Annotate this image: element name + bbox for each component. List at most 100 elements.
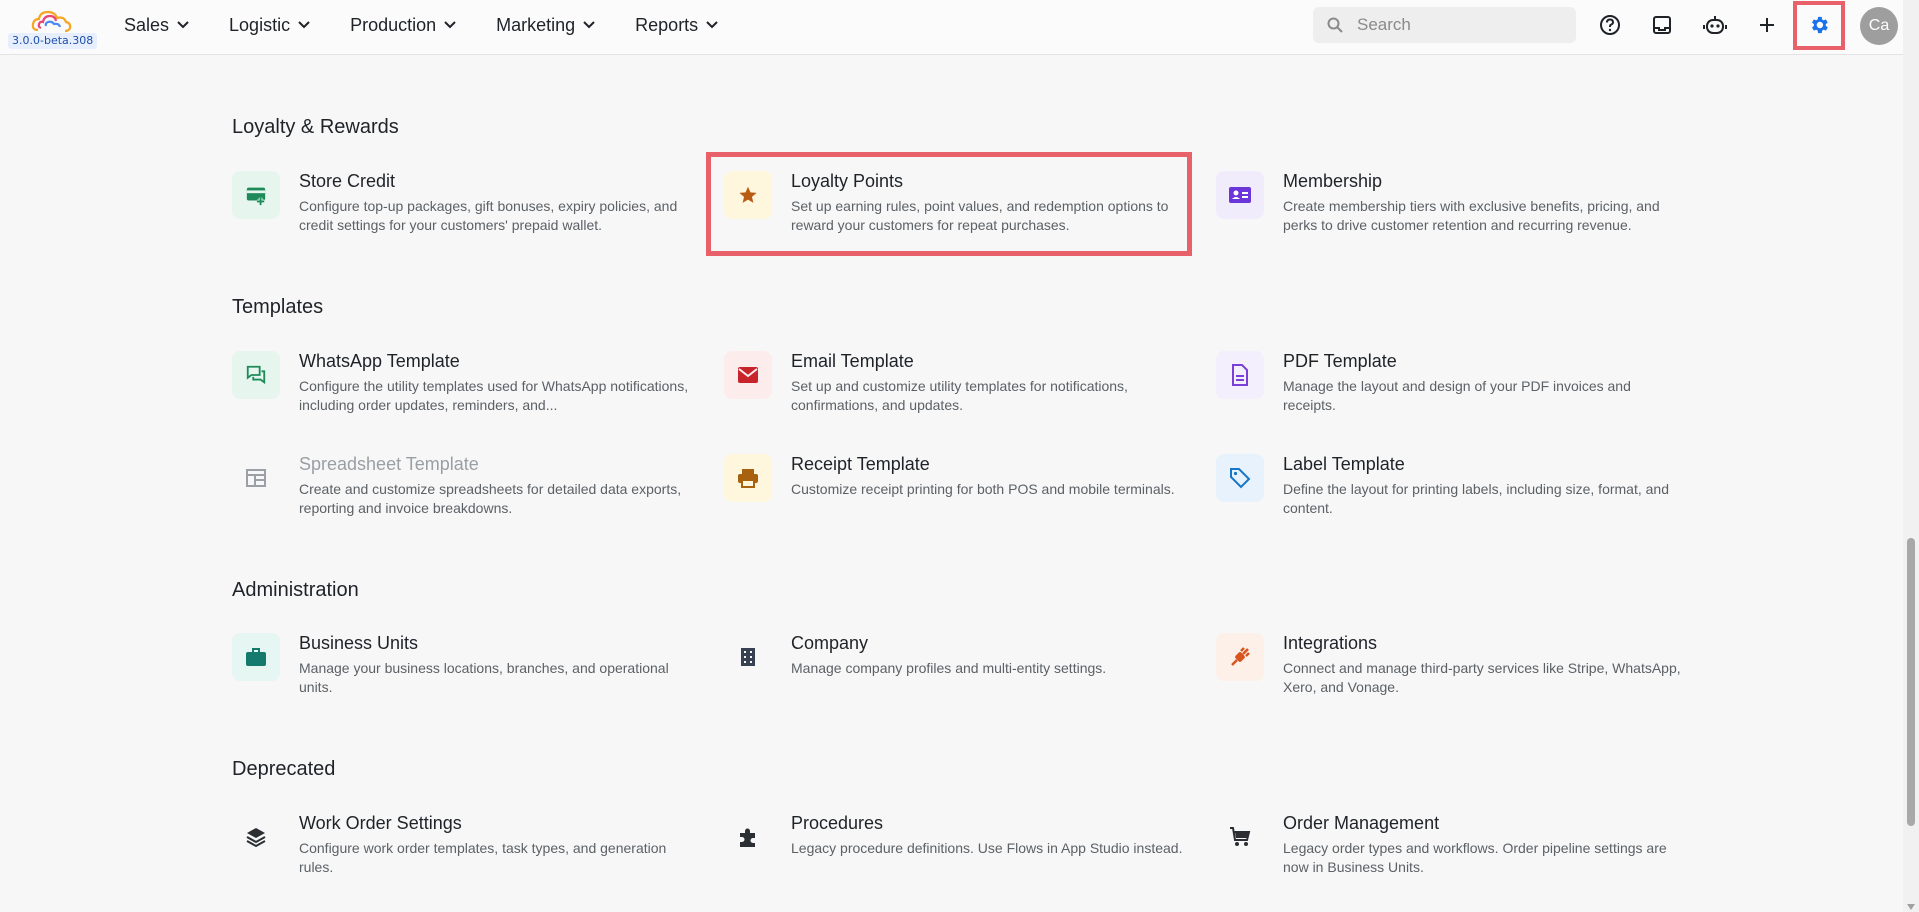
card-email-template[interactable]: Email Template Set up and customize util… (724, 351, 1194, 431)
search-box[interactable] (1313, 7, 1576, 43)
card-title: Email Template (791, 351, 914, 371)
icon-box (232, 351, 280, 399)
card-description: Configure work order templates, task typ… (299, 840, 667, 875)
chevron-down-icon (298, 21, 310, 29)
icon-box (1216, 454, 1264, 502)
printer-icon (738, 469, 758, 488)
envelope-icon (738, 367, 758, 383)
card-title: Loyalty Points (791, 171, 904, 191)
card-description: Manage your business locations, branches… (299, 660, 669, 695)
icon-box (724, 454, 772, 502)
plus-icon (1760, 18, 1774, 32)
card-title: Label Template (1283, 454, 1405, 474)
chat-bubbles-icon (246, 365, 266, 385)
card-title: Order Management (1283, 813, 1440, 833)
section-title-loyalty: Loyalty & Rewards (232, 116, 399, 138)
assistant-button[interactable] (1700, 10, 1730, 40)
card-procedures[interactable]: Procedures Legacy procedure definitions.… (724, 813, 1194, 893)
icon-box (1216, 813, 1264, 861)
section-title-administration: Administration (232, 579, 359, 601)
card-title: Business Units (299, 633, 419, 653)
card-loyalty-points[interactable]: Loyalty Points Set up earning rules, poi… (724, 171, 1194, 251)
nav-label: Sales (124, 14, 170, 35)
card-business-units[interactable]: Business Units Manage your business loca… (232, 633, 702, 713)
help-button[interactable] (1595, 10, 1625, 40)
card-title: PDF Template (1283, 351, 1397, 371)
table-icon (246, 469, 266, 487)
card-description: Configure top-up packages, gift bonuses,… (299, 198, 678, 233)
scrollbar-thumb[interactable] (1907, 538, 1915, 826)
card-description: Manage the layout and design of your PDF… (1283, 378, 1631, 413)
tag-icon (1230, 468, 1251, 489)
top-bar: 3.0.0-beta.308 Sales Logistic Production… (0, 0, 1903, 55)
card-title: Store Credit (299, 171, 396, 191)
version-badge: 3.0.0-beta.308 (8, 33, 98, 49)
card-title: Spreadsheet Template (299, 454, 479, 474)
card-order-management[interactable]: Order Management Legacy order types and … (1216, 813, 1686, 893)
card-pdf-template[interactable]: PDF Template Manage the layout and desig… (1216, 351, 1686, 431)
inbox-icon (1653, 16, 1671, 34)
icon-box (232, 633, 280, 681)
search-icon (1327, 17, 1343, 33)
icon-box (724, 633, 772, 681)
icon-box (232, 454, 280, 502)
card-description: Create and customize spreadsheets for de… (299, 481, 682, 516)
briefcase-icon (246, 648, 266, 666)
settings-highlight (1793, 1, 1845, 50)
icon-box (1216, 351, 1264, 399)
icon-box (1216, 633, 1264, 681)
card-receipt-template[interactable]: Receipt Template Customize receipt print… (724, 454, 1194, 534)
app-logo[interactable] (30, 8, 74, 34)
card-title: Membership (1283, 171, 1383, 191)
cart-icon (1230, 827, 1251, 846)
icon-box (232, 171, 280, 219)
nav-sales[interactable]: Sales (124, 15, 189, 36)
card-label-template[interactable]: Label Template Define the layout for pri… (1216, 454, 1686, 534)
document-icon (1232, 364, 1248, 386)
nav-production[interactable]: Production (350, 15, 456, 36)
main-nav: Sales Logistic Production Marketing Repo… (124, 0, 758, 50)
card-description: Set up and customize utility templates f… (791, 378, 1128, 413)
card-description: Legacy order types and workflows. Order … (1283, 840, 1667, 875)
card-description: Legacy procedure definitions. Use Flows … (791, 840, 1183, 856)
icon-box (724, 351, 772, 399)
icon-box (724, 171, 772, 219)
chevron-down-icon (444, 21, 456, 29)
card-title: Integrations (1283, 633, 1378, 653)
card-whatsapp-template[interactable]: WhatsApp Template Configure the utility … (232, 351, 702, 431)
card-title: Receipt Template (791, 454, 930, 474)
puzzle-icon (740, 828, 755, 847)
card-integrations[interactable]: Integrations Connect and manage third-pa… (1216, 633, 1686, 713)
nav-label: Marketing (496, 14, 576, 35)
vertical-scrollbar[interactable] (1903, 0, 1919, 912)
nav-marketing[interactable]: Marketing (496, 15, 595, 36)
icon-box (1216, 171, 1264, 219)
star-icon (739, 186, 757, 203)
wallet-add-icon (246, 187, 266, 206)
nav-logistic[interactable]: Logistic (229, 15, 310, 36)
card-title: Company (791, 633, 869, 653)
inbox-button[interactable] (1647, 10, 1677, 40)
card-store-credit[interactable]: Store Credit Configure top-up packages, … (232, 171, 702, 251)
card-description: Set up earning rules, point values, and … (791, 198, 1169, 233)
card-description: Create membership tiers with exclusive b… (1283, 198, 1660, 233)
layers-icon (246, 828, 266, 848)
chevron-down-icon (177, 21, 189, 29)
card-work-order-settings[interactable]: Work Order Settings Configure work order… (232, 813, 702, 893)
avatar[interactable]: Ca (1860, 7, 1898, 45)
scroll-down-arrow-icon[interactable] (1907, 904, 1915, 910)
card-membership[interactable]: Membership Create membership tiers with … (1216, 171, 1686, 251)
card-company[interactable]: Company Manage company profiles and mult… (724, 633, 1194, 713)
card-title: Procedures (791, 813, 884, 833)
create-button[interactable] (1752, 10, 1782, 40)
building-icon (741, 648, 755, 666)
nav-label: Production (350, 14, 437, 35)
id-card-icon (1229, 187, 1251, 203)
card-description: Configure the utility templates used for… (299, 378, 689, 413)
nav-label: Reports (635, 14, 699, 35)
nav-reports[interactable]: Reports (635, 15, 718, 36)
card-title: Work Order Settings (299, 813, 462, 833)
card-description: Define the layout for printing labels, i… (1283, 481, 1669, 516)
search-input[interactable] (1355, 14, 1559, 36)
plug-icon (1231, 647, 1250, 666)
